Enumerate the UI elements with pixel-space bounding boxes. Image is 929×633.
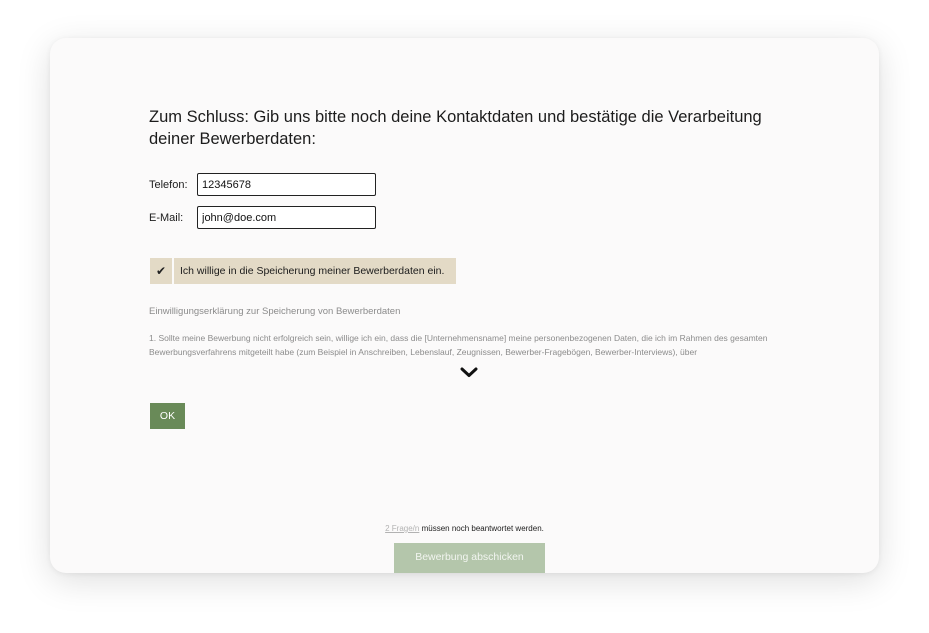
declaration-title: Einwilligungserklärung zur Speicherung v… xyxy=(149,306,401,317)
consent-label: Ich willige in die Speicherung meiner Be… xyxy=(174,258,456,284)
submit-application-button[interactable]: Bewerbung abschicken xyxy=(394,543,545,573)
ok-button[interactable]: OK xyxy=(150,403,185,429)
question-title: Zum Schluss: Gib uns bitte noch deine Ko… xyxy=(149,108,762,148)
pending-questions-note: 2 Frage/n müssen noch beantwortet werden… xyxy=(50,524,879,533)
check-icon: ✔ xyxy=(150,258,172,284)
chevron-down-icon xyxy=(460,367,478,377)
consent-checkbox[interactable]: ✔ Ich willige in die Speicherung meiner … xyxy=(150,258,456,284)
application-card: Zum Schluss: Gib uns bitte noch deine Ko… xyxy=(50,38,879,573)
phone-input[interactable] xyxy=(197,173,376,196)
email-label: E-Mail: xyxy=(149,212,184,224)
declaration-text: 1. Sollte meine Bewerbung nicht erfolgre… xyxy=(149,333,768,357)
email-input[interactable] xyxy=(197,206,376,229)
expand-declaration-button[interactable] xyxy=(458,364,480,380)
phone-label: Telefon: xyxy=(149,179,188,191)
pending-questions-text: müssen noch beantwortet werden. xyxy=(419,524,544,533)
pending-questions-link[interactable]: 2 Frage/n xyxy=(385,524,419,533)
